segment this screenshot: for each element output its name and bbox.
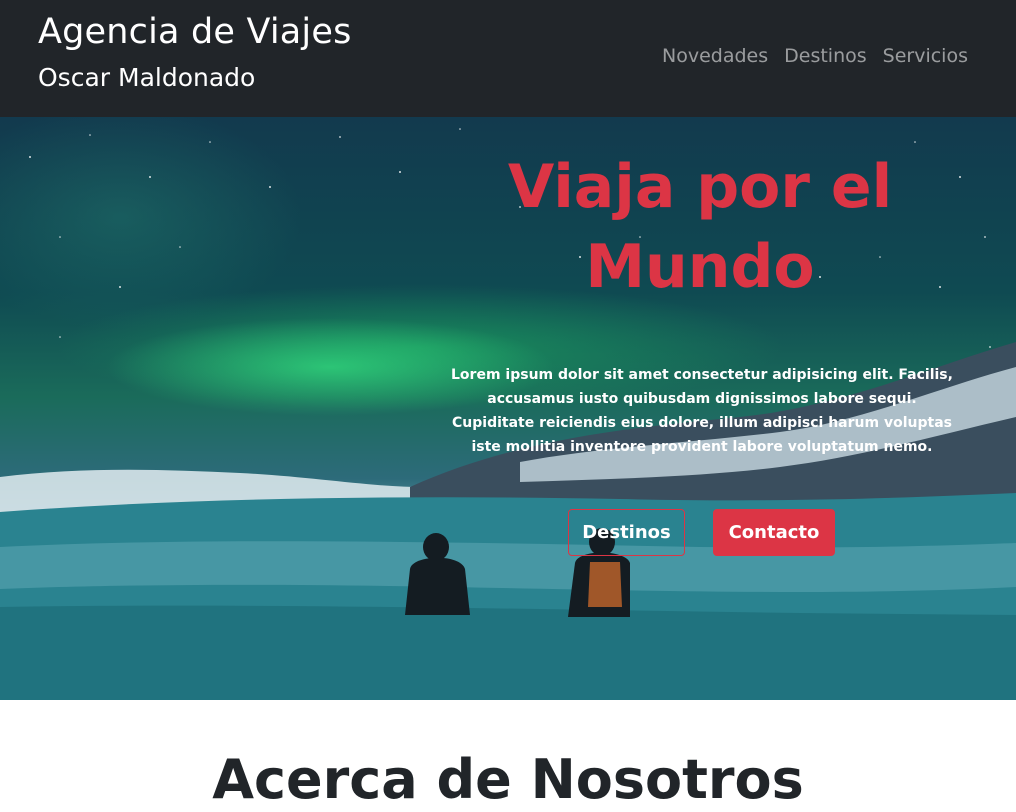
navbar: Agencia de Viajes Oscar Maldonado Noveda… [0, 0, 1016, 117]
hero-heading-line1: Viaja por el [507, 152, 893, 222]
nav-link-destinos[interactable]: Destinos [784, 45, 867, 67]
nav-link-servicios[interactable]: Servicios [883, 45, 968, 67]
hero-heading-line2: Mundo [585, 232, 815, 302]
main-nav: Novedades Destinos Servicios [662, 45, 968, 67]
site-title[interactable]: Agencia de Viajes [38, 12, 352, 52]
destinos-button[interactable]: Destinos [568, 509, 685, 556]
contacto-button[interactable]: Contacto [713, 509, 835, 556]
nav-link-novedades[interactable]: Novedades [662, 45, 768, 67]
hero-description: Lorem ipsum dolor sit amet consectetur a… [451, 367, 953, 455]
hero-section: Viaja por el Mundo Lorem ipsum dolor sit… [0, 117, 1016, 700]
site-subtitle: Oscar Maldonado [38, 63, 256, 92]
about-heading: Acerca de Nosotros [212, 748, 804, 811]
hero-heading: Viaja por el Mundo [440, 147, 960, 307]
